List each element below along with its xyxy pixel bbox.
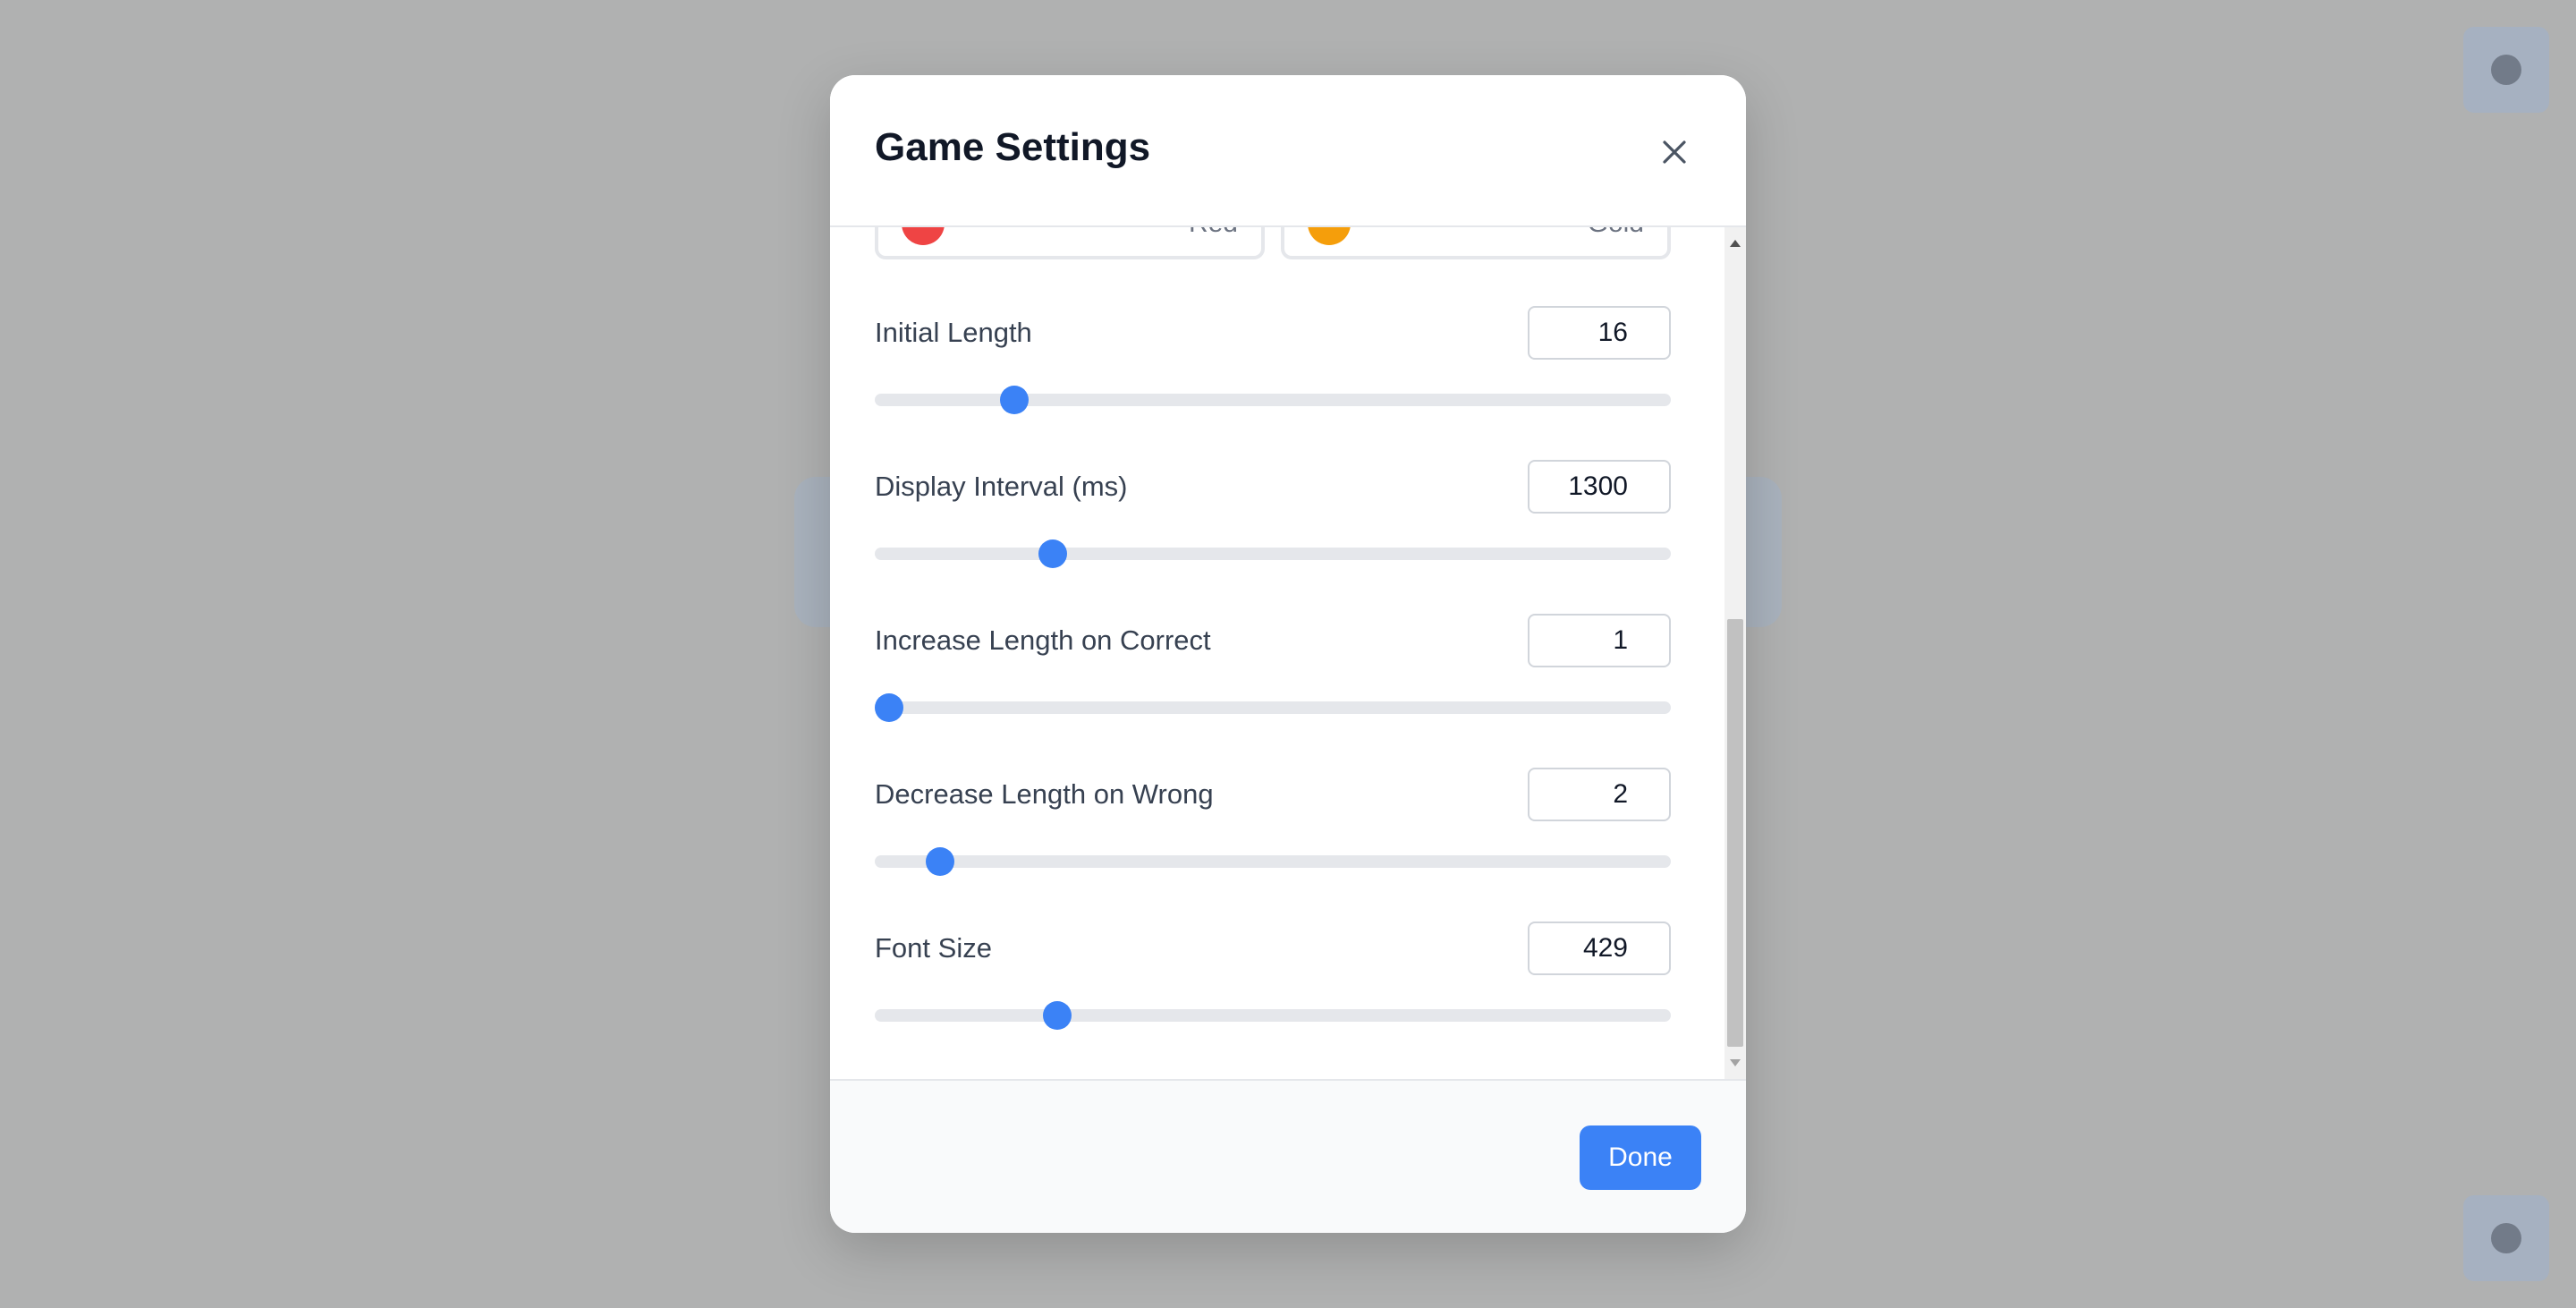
setting-label: Increase Length on Correct	[875, 624, 1211, 656]
increase-length-input[interactable]: 1	[1528, 614, 1671, 667]
decrease-length-slider[interactable]	[875, 847, 1671, 876]
scroll-up-arrow[interactable]	[1724, 233, 1746, 254]
gear-icon	[2491, 1223, 2521, 1253]
modal-body: Red Gold Initial Length 16 Display Inter…	[830, 227, 1724, 1079]
modal-title: Game Settings	[875, 125, 1151, 169]
setting-label: Font Size	[875, 932, 992, 964]
close-icon	[1663, 140, 1686, 164]
slider-thumb[interactable]	[875, 693, 903, 722]
done-button[interactable]: Done	[1580, 1125, 1701, 1190]
color-option-red[interactable]: Red	[875, 227, 1265, 259]
modal-scrollbar[interactable]	[1724, 227, 1746, 1079]
color-swatch	[1308, 227, 1351, 245]
setting-label: Initial Length	[875, 317, 1032, 348]
moon-icon	[2491, 55, 2521, 85]
triangle-down-icon	[1730, 1059, 1741, 1066]
slider-thumb[interactable]	[999, 386, 1029, 414]
initial-length-input[interactable]: 16	[1528, 306, 1671, 360]
color-name: Gold	[1588, 227, 1644, 239]
setting-display-interval: Display Interval (ms) 1300	[875, 460, 1671, 614]
color-name: Red	[1189, 227, 1238, 239]
modal-header: Game Settings	[830, 75, 1746, 227]
font-size-input[interactable]: 429	[1528, 922, 1671, 975]
settings-content: Red Gold Initial Length 16 Display Inter…	[875, 227, 1671, 1075]
background-settings-button	[2463, 1195, 2549, 1281]
modal-footer: Done	[830, 1079, 1746, 1233]
font-size-slider[interactable]	[875, 1001, 1671, 1030]
settings-modal: Game Settings Red Gold Initial Length	[830, 75, 1746, 1233]
setting-label: Display Interval (ms)	[875, 471, 1128, 502]
increase-length-slider[interactable]	[875, 693, 1671, 722]
setting-initial-length: Initial Length 16	[875, 306, 1671, 460]
slider-thumb[interactable]	[925, 847, 954, 876]
slider-thumb[interactable]	[1042, 1001, 1072, 1030]
color-options: Red Gold	[875, 227, 1671, 259]
initial-length-slider[interactable]	[875, 386, 1671, 414]
triangle-up-icon	[1730, 240, 1741, 247]
scroll-thumb[interactable]	[1727, 619, 1743, 1047]
slider-thumb[interactable]	[1038, 539, 1067, 568]
color-swatch	[902, 227, 945, 245]
setting-decrease-length: Decrease Length on Wrong 2	[875, 768, 1671, 922]
background-theme-button	[2463, 27, 2549, 113]
setting-font-size: Font Size 429	[875, 922, 1671, 1075]
display-interval-input[interactable]: 1300	[1528, 460, 1671, 514]
color-option-gold[interactable]: Gold	[1281, 227, 1671, 259]
setting-label: Decrease Length on Wrong	[875, 778, 1214, 810]
display-interval-slider[interactable]	[875, 539, 1671, 568]
decrease-length-input[interactable]: 2	[1528, 768, 1671, 821]
scroll-down-arrow[interactable]	[1724, 1052, 1746, 1074]
close-button[interactable]	[1648, 125, 1701, 179]
setting-increase-length: Increase Length on Correct 1	[875, 614, 1671, 768]
